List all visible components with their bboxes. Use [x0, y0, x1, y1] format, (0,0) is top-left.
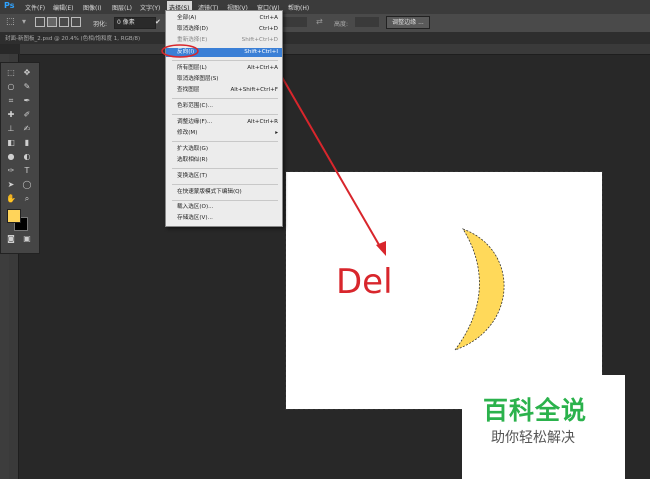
annotation-arrow — [267, 52, 383, 251]
menu-item-similar[interactable]: 选取相似(R) — [166, 156, 282, 165]
watermark-subtitle: 助你轻松解决 — [491, 430, 575, 446]
menu-item-transform-selection[interactable]: 变换选区(T) — [166, 172, 282, 181]
menu-separator — [172, 114, 278, 115]
menu-item-deselect-layers[interactable]: 取消选择图层(S) — [166, 75, 282, 84]
menu-item-refine-edge[interactable]: 调整边缘(F)... Alt+Ctrl+R — [166, 118, 282, 127]
menu-item-deselect[interactable]: 取消选择(D) Ctrl+D — [166, 25, 282, 34]
menu-separator — [172, 168, 278, 169]
menu-item-load-selection[interactable]: 载入选区(O)... — [166, 203, 282, 212]
menu-item-find-layers[interactable]: 查找图层 Alt+Shift+Ctrl+F — [166, 86, 282, 95]
menu-separator — [172, 200, 278, 201]
crescent-moon-shape — [453, 228, 505, 351]
menu-item-quick-mask[interactable]: 在快速蒙版模式下编辑(Q) — [166, 188, 282, 197]
menu-item-all-layers[interactable]: 所有图层(L) Alt+Ctrl+A — [166, 64, 282, 73]
menu-item-modify[interactable]: 修改(M) ▸ — [166, 129, 282, 138]
submenu-arrow-icon: ▸ — [275, 130, 278, 136]
menu-item-grow[interactable]: 扩大选取(G) — [166, 145, 282, 154]
annotation-del-text: Del — [336, 262, 393, 302]
menu-separator — [172, 141, 278, 142]
menu-item-save-selection[interactable]: 存储选区(V)... — [166, 214, 282, 223]
menu-item-all[interactable]: 全部(A) Ctrl+A — [166, 14, 282, 23]
menu-separator — [172, 60, 278, 61]
watermark-title: 百科全说 — [483, 396, 588, 425]
menu-item-color-range[interactable]: 色彩范围(C)... — [166, 102, 282, 111]
menu-separator — [172, 98, 278, 99]
highlight-circle-annotation — [161, 44, 199, 58]
menu-separator — [172, 184, 278, 185]
